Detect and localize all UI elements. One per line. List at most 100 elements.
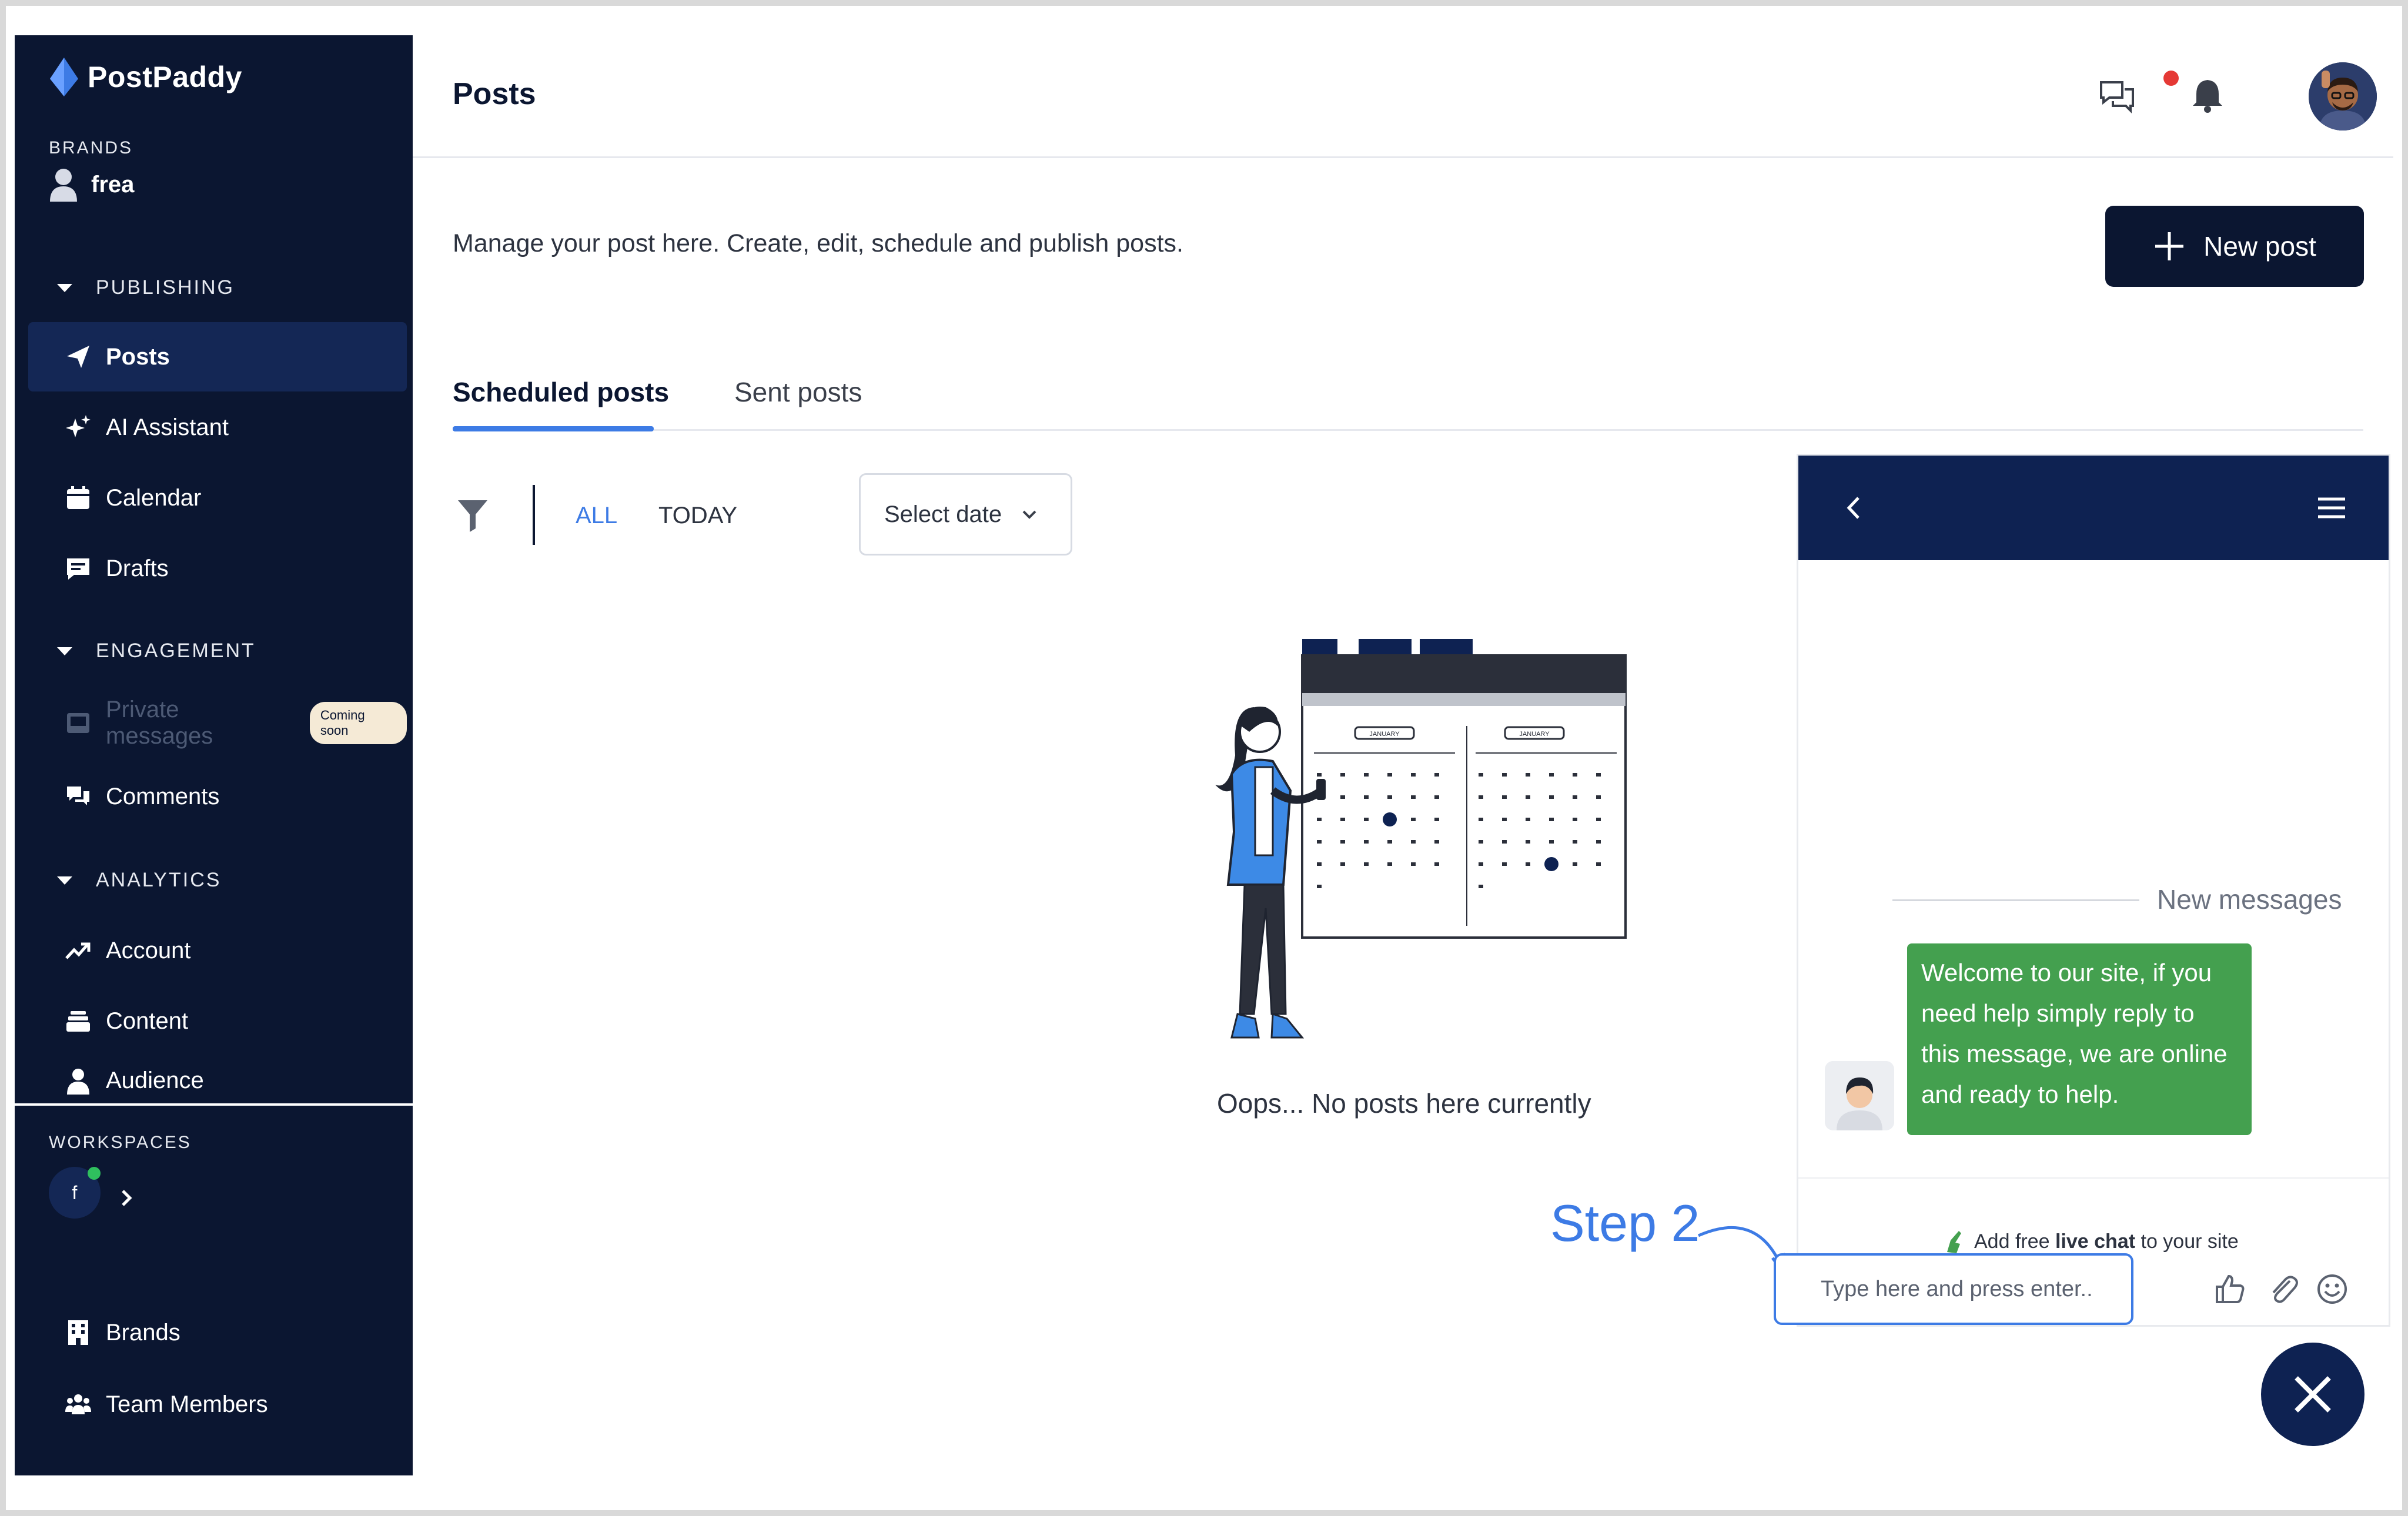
trending-up-icon [65, 942, 91, 959]
sidebar: PostPaddy BRANDS frea PUBLISHING Posts A… [15, 35, 413, 1475]
postpaddy-logo-icon [50, 58, 78, 96]
memoji-avatar-icon [2309, 62, 2377, 130]
sidebar-item-label: Drafts [106, 555, 169, 581]
filter-today[interactable]: TODAY [658, 503, 737, 529]
filter-all[interactable]: ALL [576, 503, 617, 529]
chevron-right-icon[interactable] [115, 1186, 138, 1210]
date-select[interactable]: Select date [859, 473, 1072, 555]
welcome-message-bubble: Welcome to our site, if you need help si… [1907, 943, 2252, 1135]
sparkles-icon [66, 415, 91, 437]
powered-bold: live chat [2055, 1230, 2136, 1253]
calendar-icon [67, 486, 89, 509]
new-post-label: New post [2203, 231, 2316, 262]
filter-separator [533, 485, 535, 545]
sidebar-item-label: Posts [106, 343, 170, 370]
sidebar-item-account[interactable]: Account [28, 916, 407, 985]
emoji-icon[interactable] [2316, 1273, 2349, 1306]
online-status-dot [88, 1167, 101, 1180]
user-avatar[interactable] [2309, 62, 2377, 130]
sidebar-item-label: Brands [106, 1319, 180, 1346]
sidebar-item-private-messages: Private messages Coming soon [28, 688, 407, 758]
engagement-section-label: ENGAGEMENT [96, 640, 256, 662]
app-window: PostPaddy BRANDS frea PUBLISHING Posts A… [15, 35, 2393, 1475]
powered-by-link[interactable]: Add free live chat to your site [1942, 1229, 2239, 1254]
top-bar: Posts [413, 35, 2393, 158]
publishing-section-toggle[interactable]: PUBLISHING [57, 276, 235, 299]
back-chevron-icon[interactable] [1840, 493, 1869, 523]
sidebar-item-audience[interactable]: Audience [28, 1057, 407, 1104]
publishing-section-label: PUBLISHING [96, 276, 235, 299]
send-icon [67, 346, 89, 368]
filter-icon[interactable] [457, 498, 489, 533]
agent-avatar [1825, 1061, 1894, 1130]
thumbs-up-icon[interactable] [2213, 1273, 2246, 1306]
brand-selector[interactable]: frea [49, 168, 134, 202]
sidebar-item-label: Audience [106, 1067, 204, 1093]
plus-icon [2155, 232, 2184, 260]
sidebar-item-label: AI Assistant [106, 414, 229, 440]
new-messages-label: New messages [2157, 884, 2342, 915]
drafts-icon [67, 558, 89, 580]
tab-sent-posts[interactable]: Sent posts [734, 376, 862, 408]
new-post-button[interactable]: New post [2105, 206, 2364, 287]
step-annotation: Step 2 [1550, 1194, 1700, 1252]
brand-name: frea [91, 171, 135, 198]
live-chat-widget: New messages Welcome to our site, if you… [1797, 454, 2390, 1327]
team-icon [65, 1394, 91, 1414]
bell-icon[interactable] [2188, 76, 2227, 115]
empty-state-message: Oops... No posts here currently [1217, 1088, 1591, 1119]
inbox-icon [67, 713, 89, 733]
sidebar-item-posts[interactable]: Posts [28, 322, 407, 391]
chat-footer-divider [1798, 1177, 2389, 1179]
person-icon [67, 1069, 89, 1095]
menu-icon[interactable] [2316, 493, 2347, 523]
brands-section-label: BRANDS [49, 138, 133, 158]
sidebar-item-team-members[interactable]: Team Members [28, 1370, 407, 1439]
app-logo[interactable]: PostPaddy [49, 56, 242, 98]
stack-icon [66, 1011, 90, 1032]
notification-dot [2163, 71, 2179, 86]
caret-down-icon [57, 876, 72, 885]
sidebar-item-content[interactable]: Content [28, 986, 407, 1056]
empty-calendar-illustration: JANUARY JANUARY [1215, 639, 1627, 1039]
analytics-section-label: ANALYTICS [96, 869, 222, 891]
workspaces-section-label: WORKSPACES [49, 1133, 192, 1152]
coming-soon-badge: Coming soon [309, 702, 407, 744]
calendar-month-label-left: JANUARY [1369, 731, 1400, 738]
active-tab-indicator [453, 426, 654, 431]
sidebar-item-drafts[interactable]: Drafts [28, 534, 407, 603]
caret-down-icon [57, 283, 72, 292]
date-select-label: Select date [884, 501, 1002, 527]
app-name: PostPaddy [88, 61, 242, 93]
chevron-down-icon [1022, 510, 1036, 519]
close-chat-button[interactable] [2261, 1343, 2364, 1446]
sidebar-item-label: Private messages [106, 697, 213, 749]
tabs-rule [453, 429, 2363, 431]
analytics-section-toggle[interactable]: ANALYTICS [57, 869, 221, 892]
building-icon [68, 1320, 88, 1345]
sidebar-item-label: Comments [106, 783, 220, 809]
chat-bubbles-icon[interactable] [2098, 76, 2136, 115]
sidebar-item-ai-assistant[interactable]: AI Assistant [28, 393, 407, 462]
close-icon [2295, 1376, 2331, 1413]
sidebar-item-label: Content [106, 1008, 189, 1034]
agent-person-icon [1837, 1077, 1882, 1130]
sidebar-item-label: Calendar [106, 484, 202, 511]
chat-header [1798, 456, 2389, 560]
sidebar-item-comments[interactable]: Comments [28, 762, 407, 831]
sidebar-divider [15, 1103, 413, 1106]
sidebar-item-calendar[interactable]: Calendar [28, 463, 407, 533]
powered-suffix: to your site [2135, 1230, 2239, 1253]
user-icon [50, 169, 77, 202]
pointing-hand-icon [1947, 1231, 1961, 1253]
paperclip-icon[interactable] [2266, 1273, 2299, 1306]
tab-scheduled-posts[interactable]: Scheduled posts [453, 376, 669, 408]
workspace-initial: f [72, 1182, 78, 1203]
chat-input-placeholder: Type here and press enter.. [1821, 1276, 2093, 1301]
engagement-section-toggle[interactable]: ENGAGEMENT [57, 640, 256, 662]
sidebar-item-brands[interactable]: Brands [28, 1298, 407, 1367]
comments-icon [67, 787, 89, 805]
caret-down-icon [57, 647, 72, 655]
sidebar-item-label: Team Members [106, 1391, 268, 1417]
chat-message-input[interactable]: Type here and press enter.. [1774, 1253, 2133, 1325]
